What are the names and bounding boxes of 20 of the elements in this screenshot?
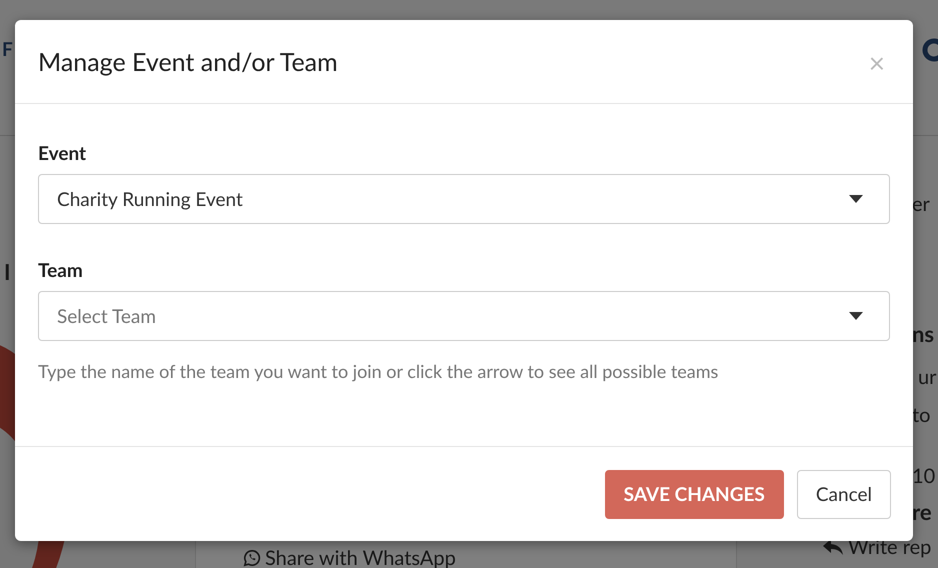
heading-fragment: I [4, 258, 11, 285]
select-field[interactable]: Charity Running Event [38, 174, 890, 224]
modal-title: Manage Event and/or Team [38, 46, 338, 76]
caret-icon [849, 312, 863, 320]
help-text: Type the name of the team you want to join or click the arrow to see all possible teams [38, 360, 720, 382]
text-fragment: to [912, 403, 930, 427]
text-fragment: 10 [912, 464, 936, 488]
text-fragment: er [912, 192, 930, 216]
whatsapp-icon [243, 549, 261, 567]
cancel-button[interactable]: Cancel [796, 470, 891, 518]
select-field[interactable]: Select Team [38, 291, 890, 341]
field-label: Team [38, 259, 84, 282]
save-button[interactable]: SAVE CHANGES [604, 470, 784, 518]
caret-icon [849, 195, 863, 203]
heading-fragment: re [912, 498, 932, 525]
heading-fragment: ns [912, 320, 934, 347]
field-label: Event [38, 142, 88, 165]
text-fragment: ur [918, 365, 936, 389]
nav-fragment: F [2, 38, 13, 61]
reply-icon [822, 538, 844, 556]
